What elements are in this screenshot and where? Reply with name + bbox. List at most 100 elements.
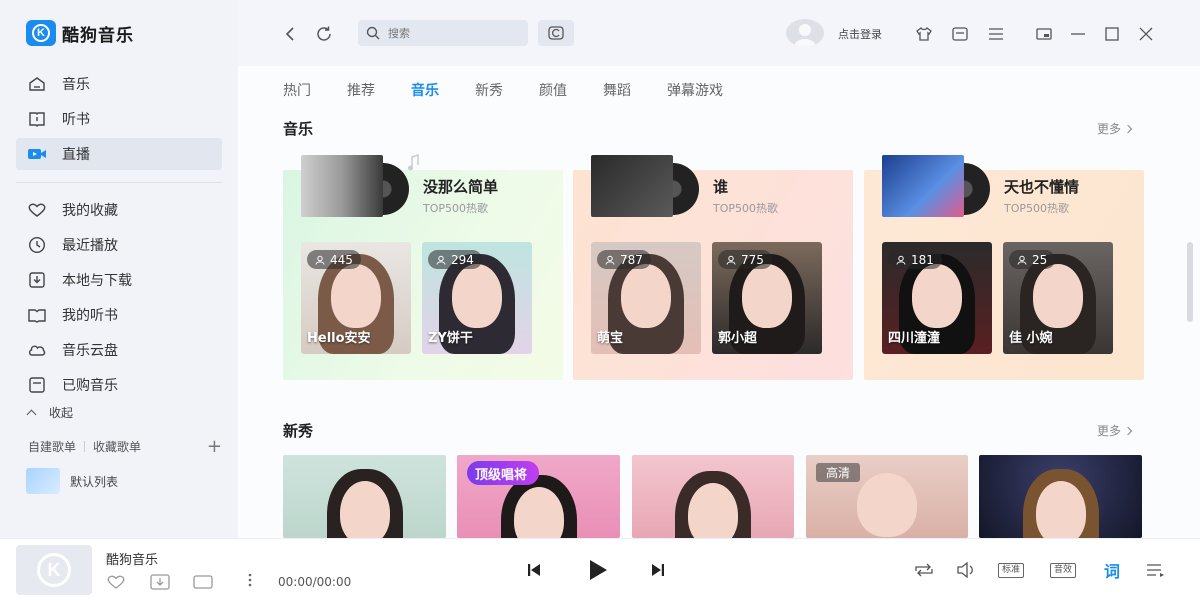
scrollbar[interactable] — [1187, 242, 1193, 322]
message-button[interactable] — [950, 24, 970, 44]
stream-thumbnail[interactable]: 顶级唱将 — [457, 455, 620, 538]
sidebar-item-my-audiobooks[interactable]: 我的听书 — [16, 299, 222, 331]
mini-mode-icon — [1036, 28, 1052, 40]
maximize-button[interactable] — [1102, 24, 1122, 44]
sidebar-item-audiobook[interactable]: 听书 — [16, 103, 222, 135]
quality-standard-button[interactable]: 标准 — [998, 563, 1025, 578]
more-music-link[interactable]: 更多 — [1097, 120, 1133, 137]
recognize-icon — [548, 26, 564, 40]
download-button[interactable] — [150, 573, 170, 591]
volume-button[interactable] — [955, 561, 979, 579]
purchased-icon — [26, 376, 48, 394]
tab-dance[interactable]: 舞蹈 — [603, 80, 631, 100]
tab-looks[interactable]: 颜值 — [539, 80, 567, 100]
user-icon — [605, 255, 615, 265]
listen-recognize-button[interactable] — [538, 20, 574, 46]
kugou-logo-icon: K — [37, 553, 71, 587]
more-label: 更多 — [1097, 424, 1122, 438]
music-note-icon — [408, 154, 419, 171]
more-options-button[interactable] — [240, 571, 260, 589]
stream-thumbnail[interactable] — [283, 455, 446, 538]
refresh-icon — [317, 26, 331, 41]
portrait-face — [912, 264, 962, 328]
sound-effect-button[interactable]: 音效 — [1050, 563, 1077, 578]
play-button[interactable] — [584, 557, 610, 583]
avatar[interactable] — [786, 19, 824, 47]
login-link[interactable]: 点击登录 — [838, 26, 882, 42]
sidebar-item-music[interactable]: 音乐 — [16, 68, 222, 100]
back-button[interactable] — [280, 24, 300, 44]
close-button[interactable] — [1136, 24, 1156, 44]
portrait-face — [1035, 481, 1086, 538]
like-button[interactable] — [106, 573, 126, 591]
streamer-card[interactable]: 775 郭小超 — [712, 242, 822, 354]
tab-hot[interactable]: 热门 — [283, 80, 311, 100]
portrait-face — [621, 264, 671, 328]
sidebar-item-label: 我的听书 — [62, 308, 118, 324]
close-icon — [1139, 27, 1153, 41]
add-playlist-button[interactable]: + — [207, 437, 222, 455]
streamer-card[interactable]: 445 Hello安安 — [301, 242, 411, 354]
tab-created-playlists[interactable]: 自建歌单 — [28, 438, 76, 455]
tab-music[interactable]: 音乐 — [411, 80, 439, 100]
minimize-button[interactable] — [1068, 24, 1088, 44]
streamer-name: 四川潼潼 — [888, 331, 941, 346]
lyrics-button[interactable]: 词 — [1104, 558, 1120, 582]
playlist-default[interactable]: 默认列表 — [26, 468, 118, 494]
tab-newcomers[interactable]: 新秀 — [475, 80, 503, 100]
stream-thumbnail[interactable] — [632, 455, 794, 538]
song-card[interactable]: 谁 TOP500热歌 787 萌宝 775 郭小超 — [573, 155, 853, 380]
mini-mode-button[interactable] — [1034, 24, 1054, 44]
song-subtitle: TOP500热歌 — [1004, 202, 1070, 215]
streamer-card[interactable]: 25 佳 小婉 — [1003, 242, 1113, 354]
tab-recommend[interactable]: 推荐 — [347, 80, 375, 100]
now-playing-cover[interactable]: K — [16, 545, 92, 595]
search-input[interactable] — [388, 26, 518, 40]
loop-mode-button[interactable] — [912, 561, 936, 579]
tab-danmaku-games[interactable]: 弹幕游戏 — [667, 80, 723, 100]
playlist-queue-button[interactable] — [1146, 561, 1166, 579]
hd-badge: 高清 — [816, 463, 861, 482]
sidebar: K 酷狗音乐 音乐 听书 直播 我的收藏 最近播放 本地与下载 我的听书 音乐云… — [0, 0, 238, 538]
home-icon — [26, 75, 48, 93]
sidebar-item-recent[interactable]: 最近播放 — [16, 229, 222, 261]
refresh-button[interactable] — [314, 24, 334, 44]
sidebar-item-purchased[interactable]: 已购音乐 — [16, 369, 222, 401]
chevron-left-icon — [285, 27, 294, 41]
streamer-card[interactable]: 181 四川潼潼 — [882, 242, 992, 354]
user-icon — [1017, 255, 1027, 265]
sidebar-item-live[interactable]: 直播 — [16, 138, 222, 170]
streamer-name: ZY饼干 — [428, 331, 473, 346]
search-box[interactable] — [358, 20, 528, 46]
next-button[interactable] — [648, 561, 668, 579]
tab-collected-playlists[interactable]: 收藏歌单 — [93, 438, 141, 455]
volume-icon — [957, 562, 973, 578]
streamer-card[interactable]: 787 萌宝 — [591, 242, 701, 354]
chevron-up-icon — [26, 409, 37, 420]
stream-thumbnail[interactable]: 高清 — [806, 455, 968, 538]
song-card[interactable]: 没那么简单 TOP500热歌 445 Hello安安 294 ZY饼干 — [283, 154, 563, 380]
menu-button[interactable] — [986, 24, 1006, 44]
sidebar-item-local-download[interactable]: 本地与下载 — [16, 264, 222, 296]
user-icon — [436, 255, 446, 265]
app-logo[interactable]: K 酷狗音乐 — [26, 20, 134, 46]
tab-separator — [84, 441, 86, 452]
minimize-icon — [1071, 33, 1085, 35]
sidebar-item-label: 直播 — [62, 147, 90, 163]
sidebar-item-favorites[interactable]: 我的收藏 — [16, 194, 222, 226]
previous-button[interactable] — [524, 561, 544, 579]
maximize-icon — [1105, 27, 1119, 41]
playback-time: 00:00/00:00 — [278, 575, 352, 589]
stream-thumbnail[interactable] — [979, 455, 1142, 538]
skin-button[interactable] — [914, 24, 934, 44]
more-newcomers-link[interactable]: 更多 — [1097, 422, 1133, 439]
more-vertical-icon — [248, 573, 252, 587]
sidebar-divider — [16, 182, 222, 183]
viewer-count: 787 — [597, 250, 651, 269]
song-subtitle: TOP500热歌 — [423, 202, 489, 215]
collapse-button[interactable]: 收起 — [26, 404, 73, 421]
comment-button[interactable] — [193, 573, 213, 591]
streamer-card[interactable]: 294 ZY饼干 — [422, 242, 532, 354]
song-card[interactable]: 天也不懂情 TOP500热歌 181 四川潼潼 25 佳 小婉 — [864, 155, 1144, 380]
sidebar-item-cloud[interactable]: 音乐云盘 — [16, 334, 222, 366]
